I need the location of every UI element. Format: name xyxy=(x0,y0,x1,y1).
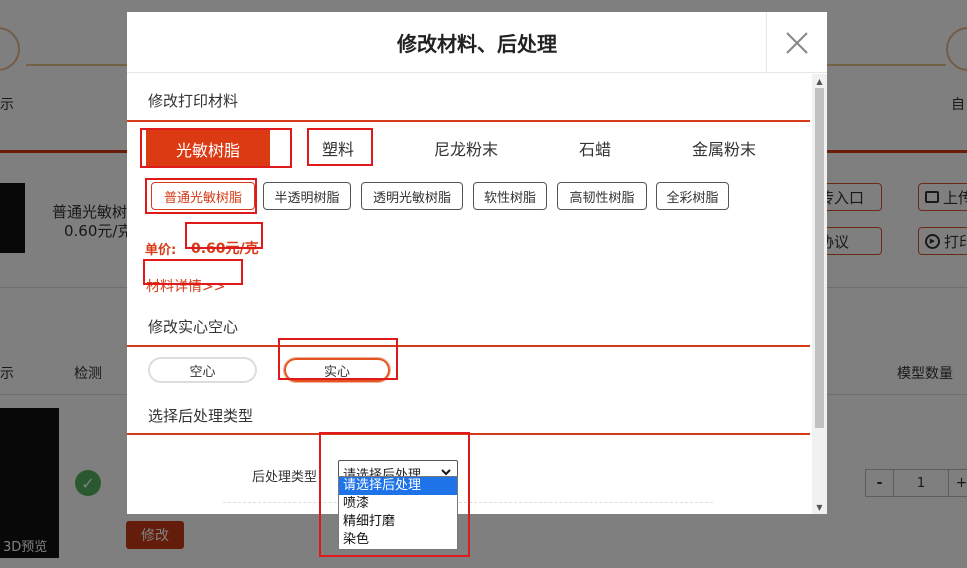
price-label: 单价: xyxy=(145,243,177,258)
modal-header: 修改材料、后处理 xyxy=(127,12,827,73)
scrollbar-thumb[interactable] xyxy=(815,88,824,428)
scroll-down-icon[interactable]: ▼ xyxy=(812,500,827,514)
highlight-box-plastic xyxy=(307,128,373,166)
tab-metal-powder[interactable]: 金属粉末 xyxy=(679,131,769,165)
section-divider-solid xyxy=(127,345,810,347)
option-fine-polish[interactable]: 精细打磨 xyxy=(339,513,457,531)
post-type-dropdown-list: 请选择后处理 喷漆 精细打磨 染色 xyxy=(338,476,458,550)
highlight-box-tab xyxy=(140,128,292,168)
option-hollow[interactable]: 空心 xyxy=(148,357,257,383)
option-dye[interactable]: 染色 xyxy=(339,531,457,549)
chip-tough-resin[interactable]: 高韧性树脂 xyxy=(557,182,647,210)
section-title-post: 选择后处理类型 xyxy=(148,407,254,425)
section-title-material: 修改打印材料 xyxy=(148,92,239,110)
scroll-up-icon[interactable]: ▲ xyxy=(812,74,827,88)
close-icon xyxy=(786,31,808,54)
modal-scrollbar[interactable]: ▲ ▼ xyxy=(812,74,827,514)
highlight-box-solid xyxy=(278,338,398,380)
modal-title: 修改材料、后处理 xyxy=(397,31,557,56)
highlight-box-chip xyxy=(145,178,257,214)
chip-transparent-resin[interactable]: 透明光敏树脂 xyxy=(361,182,463,210)
option-select-post[interactable]: 请选择后处理 xyxy=(339,477,457,495)
section-divider-material xyxy=(127,120,810,122)
option-spray-paint[interactable]: 喷漆 xyxy=(339,495,457,513)
chip-fullcolor-resin[interactable]: 全彩树脂 xyxy=(656,182,729,210)
highlight-box-price xyxy=(185,222,263,249)
tab-nylon-powder[interactable]: 尼龙粉末 xyxy=(421,131,511,165)
chip-soft-resin[interactable]: 软性树脂 xyxy=(473,182,547,210)
tab-paraffin[interactable]: 石蜡 xyxy=(565,131,625,165)
highlight-box-detail xyxy=(143,259,243,285)
chip-translucent-resin[interactable]: 半透明树脂 xyxy=(263,182,351,210)
post-type-label: 后处理类型 xyxy=(252,470,318,485)
close-button[interactable] xyxy=(766,12,827,73)
section-title-solid: 修改实心空心 xyxy=(148,318,239,336)
